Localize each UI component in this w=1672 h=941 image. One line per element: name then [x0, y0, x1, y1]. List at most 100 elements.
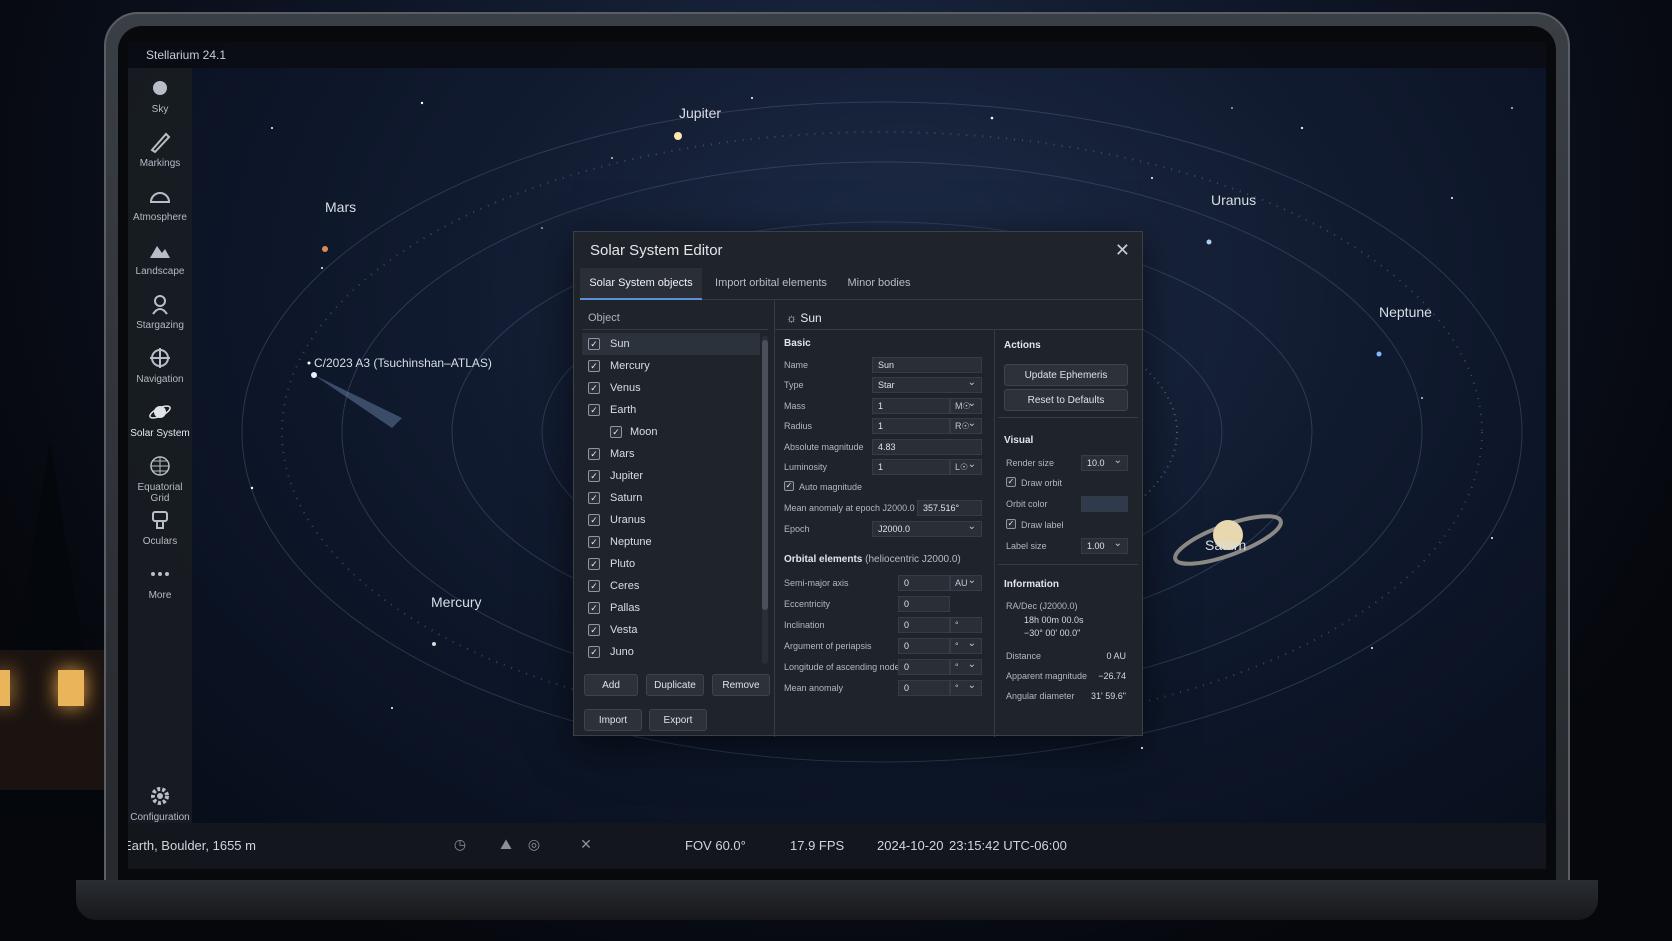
- label-jupiter[interactable]: Jupiter: [679, 105, 721, 121]
- list-item[interactable]: ✓ Mercury: [582, 355, 760, 377]
- atmosphere-toggle-icon[interactable]: ◎: [526, 836, 542, 852]
- eccentricity-field[interactable]: 0: [898, 596, 950, 612]
- list-item[interactable]: ✓ Uranus: [582, 509, 760, 531]
- checkbox[interactable]: ✓: [588, 580, 600, 592]
- date-readout[interactable]: 2024-10-20: [877, 838, 944, 853]
- list-item[interactable]: ✓ Ceres: [582, 575, 760, 597]
- label-comet[interactable]: C/2023 A3 (Tsuchinshan–ATLAS): [314, 356, 492, 370]
- list-item[interactable]: ✓ Moon: [582, 421, 760, 443]
- render-size-select[interactable]: 10.0: [1081, 455, 1128, 471]
- list-item[interactable]: ✓ Pallas: [582, 597, 760, 619]
- list-item[interactable]: ✓ Venus: [582, 377, 760, 399]
- mean-anomaly-unit[interactable]: °: [950, 680, 982, 696]
- tab-solar-system-objects[interactable]: Solar System objects: [580, 268, 702, 300]
- list-scrollbar[interactable]: [762, 336, 768, 664]
- checkbox[interactable]: ✓: [588, 382, 600, 394]
- name-field[interactable]: Sun: [872, 357, 982, 373]
- sidebar-item-more[interactable]: More: [128, 562, 192, 601]
- scrollbar-thumb[interactable]: [762, 340, 768, 610]
- type-select[interactable]: Star: [872, 377, 982, 393]
- checkbox[interactable]: ✓: [588, 624, 600, 636]
- orbit-color-swatch[interactable]: [1081, 496, 1128, 512]
- inclination-label: Inclination: [784, 620, 825, 630]
- checkbox[interactable]: ✓: [588, 338, 600, 350]
- checkbox[interactable]: ✓: [588, 492, 600, 504]
- list-item[interactable]: ✓ Jupiter: [582, 465, 760, 487]
- tab-minor-bodies[interactable]: Minor bodies: [844, 268, 914, 300]
- absolute-magnitude-field[interactable]: 4.83: [872, 439, 982, 455]
- label-mercury[interactable]: Mercury: [431, 594, 482, 610]
- label-neptune[interactable]: Neptune: [1379, 304, 1432, 320]
- label-saturn[interactable]: Saturn: [1205, 537, 1246, 553]
- sidebar-item-oculars[interactable]: Oculars: [128, 508, 192, 547]
- checkbox[interactable]: ✓: [588, 514, 600, 526]
- duplicate-button[interactable]: Duplicate: [646, 674, 704, 696]
- import-button[interactable]: Import: [584, 709, 642, 731]
- list-item[interactable]: ✓ Juno: [582, 641, 760, 663]
- sidebar-item-configuration[interactable]: Configuration: [128, 784, 192, 823]
- luminosity-unit-select[interactable]: L☉: [950, 459, 982, 475]
- list-item[interactable]: ✓ Vesta: [582, 619, 760, 641]
- sidebar-item-equatorial-grid[interactable]: Equatorial Grid: [128, 454, 192, 504]
- radius-field[interactable]: 1: [872, 418, 950, 434]
- luminosity-field[interactable]: 1: [872, 459, 950, 475]
- checkbox[interactable]: ✓: [588, 448, 600, 460]
- checkbox[interactable]: ✓: [588, 602, 600, 614]
- sidebar-item-atmosphere[interactable]: Atmosphere: [128, 184, 192, 223]
- list-item[interactable]: ✓ Saturn: [582, 487, 760, 509]
- label-mars[interactable]: Mars: [325, 199, 356, 215]
- sidebar-item-sky[interactable]: Sky: [128, 76, 192, 115]
- sidebar-item-markings[interactable]: Markings: [128, 130, 192, 169]
- object-column-header[interactable]: Object: [582, 308, 768, 330]
- checkbox[interactable]: ✓: [588, 470, 600, 482]
- argument-of-periapsis-field[interactable]: 0: [898, 638, 950, 654]
- close-icon[interactable]: ✕: [1115, 240, 1130, 261]
- draw-label-checkbox[interactable]: ✓: [1006, 519, 1016, 529]
- list-item[interactable]: ✓ Pluto: [582, 553, 760, 575]
- update-ephemeris-button[interactable]: Update Ephemeris: [1004, 364, 1128, 386]
- checkbox[interactable]: ✓: [588, 536, 600, 548]
- sidebar-item-stargazing[interactable]: Stargazing: [128, 292, 192, 331]
- sidebar-item-label: Configuration: [130, 812, 190, 823]
- mass-field[interactable]: 1: [872, 398, 950, 414]
- mean-anomaly-epoch-field[interactable]: 357.516°: [917, 500, 982, 516]
- semi-major-axis-unit-select[interactable]: AU: [950, 575, 982, 591]
- longitude-ascending-node-field[interactable]: 0: [898, 659, 950, 675]
- remove-button[interactable]: Remove: [712, 674, 770, 696]
- checkbox[interactable]: ✓: [588, 360, 600, 372]
- sidebar-item-solar-system[interactable]: Solar System: [128, 400, 192, 439]
- auto-magnitude-checkbox[interactable]: ✓: [784, 481, 794, 491]
- tab-import-orbital-elements[interactable]: Import orbital elements: [712, 268, 830, 300]
- list-item[interactable]: ✓ Earth: [582, 399, 760, 421]
- mean-anomaly-field[interactable]: 0: [898, 680, 950, 696]
- pen-icon: [150, 132, 171, 154]
- reset-defaults-button[interactable]: Reset to Defaults: [1004, 389, 1128, 411]
- mountain-outline-icon[interactable]: ⛰: [498, 836, 514, 852]
- sidebar-item-navigation[interactable]: Navigation: [128, 346, 192, 385]
- mass-unit-select[interactable]: M☉: [950, 398, 982, 414]
- checkbox[interactable]: ✓: [588, 646, 600, 658]
- semi-major-axis-field[interactable]: 0: [898, 575, 950, 591]
- longitude-ascending-node-unit[interactable]: °: [950, 659, 982, 675]
- object-list[interactable]: ✓ Sun ✓ Mercury ✓ Venus ✓ Earth ✓ Moon ✓ Mars …: [582, 333, 760, 669]
- crosshair-icon[interactable]: ✕: [578, 836, 594, 852]
- add-button[interactable]: Add: [584, 674, 638, 696]
- checkbox[interactable]: ✓: [588, 558, 600, 570]
- checkbox[interactable]: ✓: [588, 404, 600, 416]
- location-text[interactable]: Earth, Boulder, 1655 m: [128, 838, 256, 853]
- list-item[interactable]: ✓ Mars: [582, 443, 760, 465]
- label-size-select[interactable]: 1.00: [1081, 538, 1128, 554]
- time-readout[interactable]: 23:15:42 UTC-06:00: [949, 838, 1067, 853]
- inclination-field[interactable]: 0: [898, 617, 950, 633]
- argument-of-periapsis-unit[interactable]: °: [950, 638, 982, 654]
- epoch-select[interactable]: J2000.0: [872, 521, 982, 537]
- list-item[interactable]: ✓ Neptune: [582, 531, 760, 553]
- checkbox[interactable]: ✓: [610, 426, 622, 438]
- clock-icon[interactable]: ◷: [452, 836, 468, 852]
- radius-unit-select[interactable]: R☉: [950, 418, 982, 434]
- list-item[interactable]: ✓ Sun: [582, 333, 760, 355]
- draw-orbit-checkbox[interactable]: ✓: [1006, 477, 1016, 487]
- export-button[interactable]: Export: [649, 709, 707, 731]
- sidebar-item-landscape[interactable]: Landscape: [128, 238, 192, 277]
- label-uranus[interactable]: Uranus: [1211, 192, 1256, 208]
